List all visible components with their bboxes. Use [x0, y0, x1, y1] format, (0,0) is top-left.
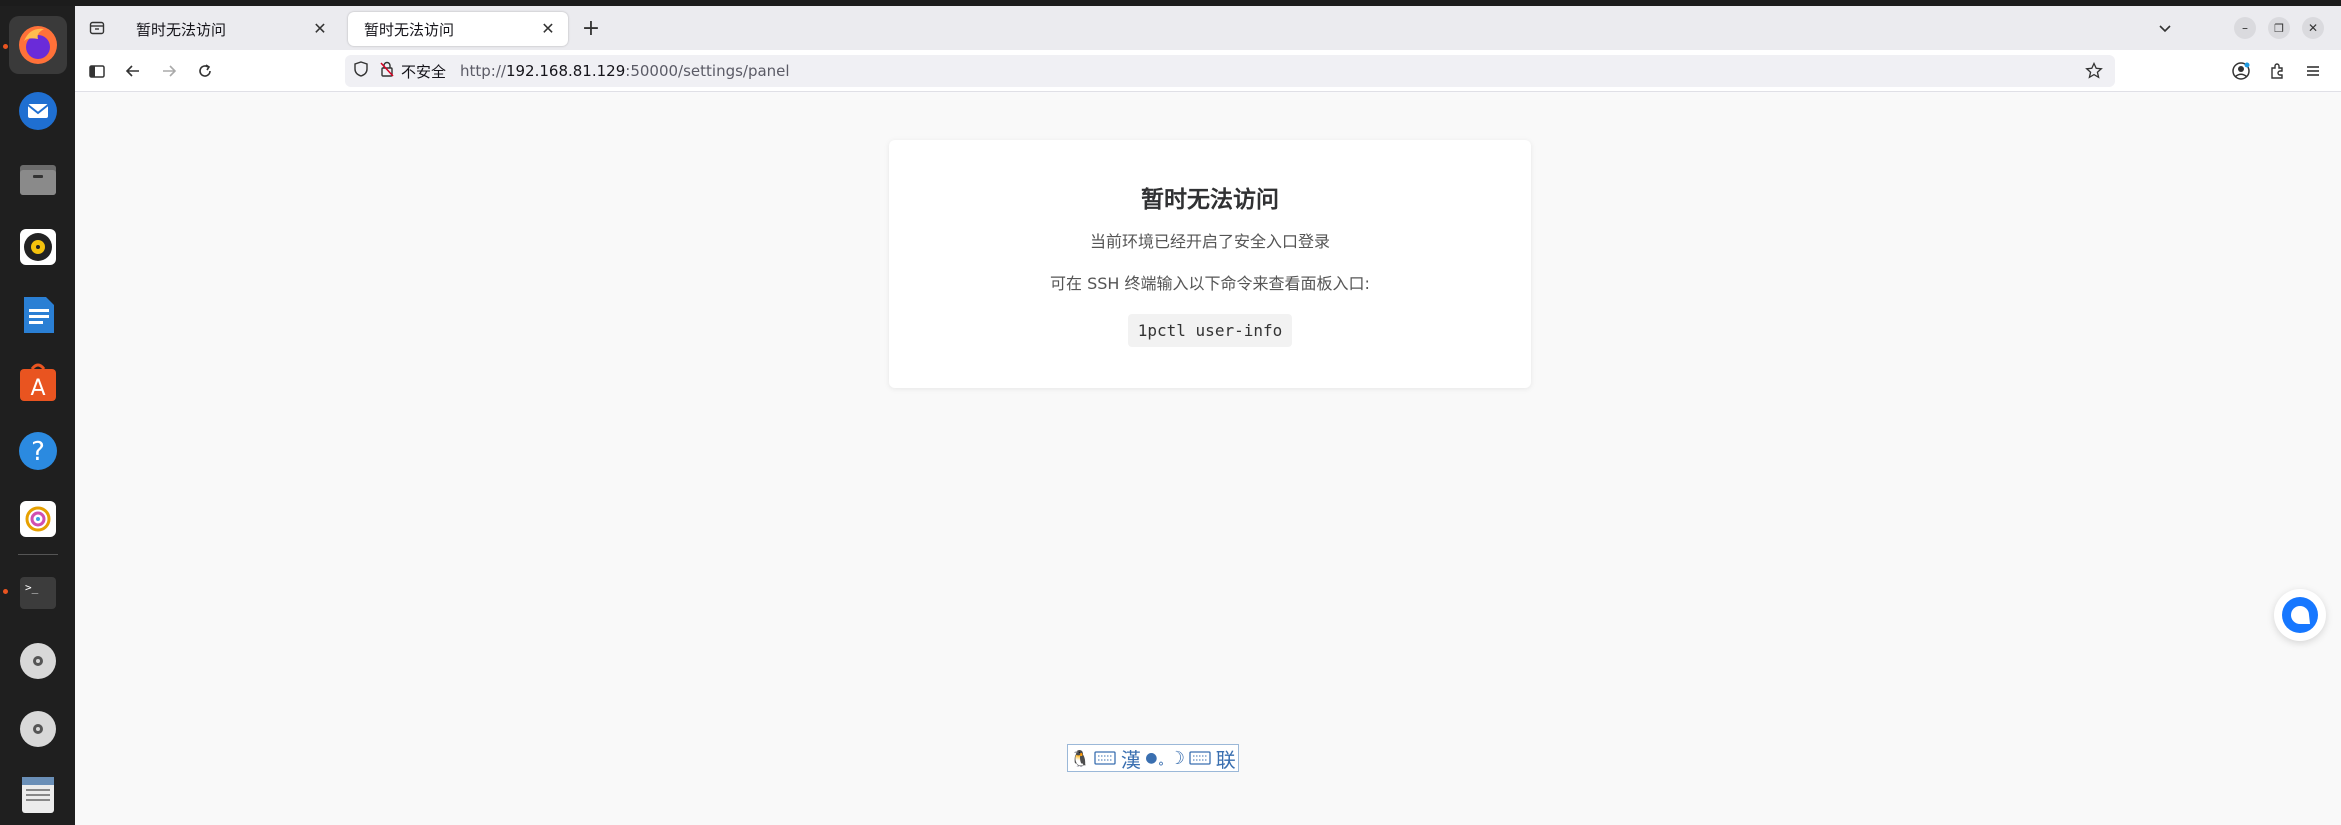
insecure-label: 不安全 [401, 62, 447, 81]
firefox-window: 暂时无法访问 ✕ 暂时无法访问 ✕ + – ❐ ✕ 不安全 http://192… [75, 6, 2341, 825]
penguin-icon[interactable]: 🐧 [1070, 749, 1090, 768]
account-icon[interactable] [2227, 57, 2255, 85]
ssh-hint-message: 可在 SSH 终端输入以下命令来查看面板入口: [1050, 274, 1370, 293]
files-icon[interactable] [13, 154, 63, 204]
image-viewer-icon[interactable] [13, 494, 63, 544]
lian-label[interactable]: 联 [1216, 744, 1236, 773]
tracking-protection-shield-icon[interactable] [353, 61, 369, 81]
text-editor-icon[interactable] [13, 770, 63, 820]
terminal-icon[interactable]: >_ [13, 568, 63, 618]
svg-text:>_: >_ [25, 581, 39, 594]
input-method-toolbar[interactable]: 🐧 漢 ●˳ ☽ 联 [1067, 744, 1239, 772]
writer-icon[interactable] [13, 290, 63, 340]
extensions-icon[interactable] [2263, 57, 2291, 85]
tab-title: 暂时无法访问 [364, 20, 455, 39]
restore-icon[interactable]: ❐ [2265, 14, 2293, 42]
svg-text:?: ? [31, 437, 45, 467]
thunderbird-icon[interactable] [13, 86, 63, 136]
punctuation-icon[interactable]: ●˳ [1145, 750, 1164, 766]
page-content: 暂时无法访问 当前环境已经开启了安全入口登录 可在 SSH 终端输入以下命令来查… [75, 93, 2341, 825]
half-width-moon-icon[interactable]: ☽ [1169, 748, 1185, 769]
tab-2[interactable]: 暂时无法访问 ✕ [348, 12, 568, 46]
app-center-icon[interactable]: A [13, 358, 63, 408]
dvd-icon[interactable] [13, 636, 63, 686]
command-snippet: 1pctl user-info [1127, 314, 1293, 347]
menu-icon[interactable] [2299, 57, 2327, 85]
url-text: http://192.168.81.129:50000/settings/pan… [460, 62, 790, 80]
chevron-down-icon[interactable] [2151, 14, 2179, 42]
tab-title: 暂时无法访问 [136, 20, 227, 39]
soft-keyboard-icon[interactable] [1189, 746, 1211, 770]
firefox-view-icon[interactable] [83, 14, 111, 42]
tab-strip: 暂时无法访问 ✕ 暂时无法访问 ✕ + – ❐ ✕ [75, 6, 2341, 50]
new-tab-icon[interactable]: + [577, 14, 605, 42]
han-mode[interactable]: 漢 [1121, 744, 1141, 773]
ubuntu-dock: A ? >_ [0, 6, 75, 825]
help-icon[interactable]: ? [13, 426, 63, 476]
tab-1[interactable]: 暂时无法访问 ✕ [120, 12, 340, 46]
forward-icon[interactable] [155, 57, 183, 85]
rhythmbox-icon[interactable] [13, 222, 63, 272]
firefox-icon[interactable] [9, 16, 67, 74]
close-icon[interactable]: ✕ [538, 19, 558, 39]
url-bar[interactable]: 不安全 http://192.168.81.129:50000/settings… [345, 55, 2115, 87]
back-icon[interactable] [119, 57, 147, 85]
keyboard-icon[interactable] [1094, 746, 1117, 770]
access-denied-card: 暂时无法访问 当前环境已经开启了安全入口登录 可在 SSH 终端输入以下命令来查… [889, 140, 1531, 388]
security-entrance-message: 当前环境已经开启了安全入口登录 [1089, 232, 1330, 251]
dock-separator [18, 554, 58, 555]
dvd-icon[interactable] [13, 704, 63, 754]
reload-icon[interactable] [191, 57, 219, 85]
chat-float-button[interactable] [2274, 589, 2326, 641]
svg-text:A: A [30, 376, 45, 401]
close-icon[interactable]: ✕ [310, 19, 330, 39]
minimize-icon[interactable]: – [2231, 14, 2259, 42]
sidebar-icon[interactable] [83, 57, 111, 85]
running-indicator [3, 44, 8, 49]
running-indicator [3, 589, 8, 594]
bookmark-star-icon[interactable] [2085, 61, 2103, 84]
nav-bar: 不安全 http://192.168.81.129:50000/settings… [75, 50, 2341, 92]
page-title: 暂时无法访问 [1141, 187, 1279, 213]
insecure-lock-icon[interactable] [379, 61, 395, 81]
close-window-icon[interactable]: ✕ [2299, 14, 2327, 42]
